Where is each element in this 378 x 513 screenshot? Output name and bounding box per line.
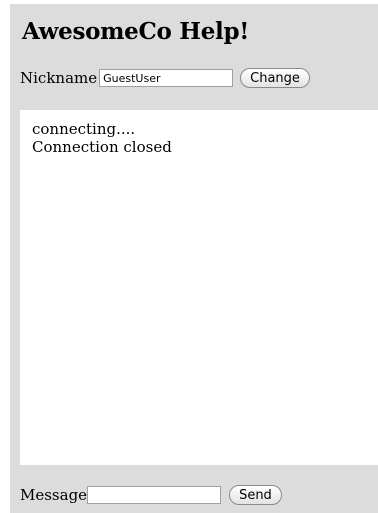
message-label: Message — [20, 486, 88, 504]
message-input[interactable] — [87, 486, 222, 504]
nickname-input[interactable] — [99, 69, 234, 87]
chat-panel: AwesomeCo Help! Nickname Change connecti… — [10, 4, 378, 513]
log-line: Connection closed — [32, 138, 172, 156]
send-button[interactable]: Send — [229, 485, 282, 505]
chat-log[interactable]: connecting.... Connection closed — [20, 110, 378, 465]
page-title: AwesomeCo Help! — [22, 18, 250, 45]
change-button[interactable]: Change — [240, 68, 310, 88]
log-line: connecting.... — [32, 120, 136, 138]
message-row: Message Send — [20, 485, 282, 505]
nickname-row: Nickname Change — [20, 68, 310, 88]
nickname-label: Nickname — [20, 69, 98, 87]
